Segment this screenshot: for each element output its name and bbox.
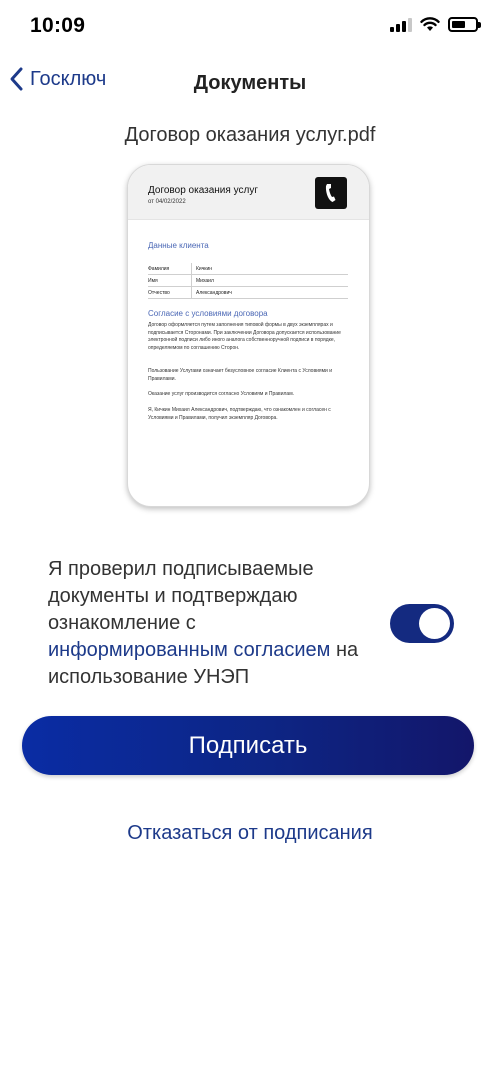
status-bar: 10:09 — [0, 0, 500, 54]
table-row: Отчество Александрович — [148, 287, 348, 299]
phone-logo-icon — [315, 177, 347, 209]
informed-consent-link[interactable]: информированным согласием — [48, 639, 330, 661]
signal-icon — [390, 17, 412, 32]
document-paragraph: Я, Кичкин Михаил Александрович, подтверж… — [148, 407, 331, 421]
wifi-icon — [420, 17, 440, 31]
consent-text: Я проверил подписываемые документы и под… — [48, 556, 378, 691]
table-key: Фамилия — [148, 263, 192, 274]
table-key: Имя — [148, 275, 192, 286]
document-preview-title: Договор оказания услуг — [148, 185, 258, 196]
table-value: Александрович — [196, 289, 232, 296]
sign-button[interactable]: Подписать — [22, 716, 474, 775]
table-row: Имя Михаил — [148, 275, 348, 287]
client-data-table: Фамилия Кичкин Имя Михаил Отчество Алекс… — [148, 263, 348, 299]
back-button[interactable]: Госключ — [8, 66, 106, 92]
toggle-knob — [419, 608, 450, 639]
back-label: Госключ — [30, 67, 107, 90]
document-preview[interactable]: Договор оказания услуг от 04/02/2022 Дан… — [127, 164, 370, 507]
document-header: Договор оказания услуг от 04/02/2022 — [128, 165, 369, 220]
consent-toggle[interactable] — [390, 604, 454, 643]
table-key: Отчество — [148, 287, 192, 298]
navigation-bar: Документы Госключ — [0, 60, 500, 106]
consent-text-start: Я проверил подписываемые документы и под… — [48, 558, 314, 634]
document-paragraph: Пользование Услугами означает безусловно… — [148, 368, 333, 382]
document-paragraph: Оказание услуг производится согласно Усл… — [148, 391, 295, 397]
document-paragraph: Договор оформляется путем заполнения тип… — [148, 322, 341, 351]
document-preview-date: от 04/02/2022 — [148, 199, 186, 205]
table-row: Фамилия Кичкин — [148, 263, 348, 275]
client-data-heading: Данные клиента — [148, 241, 209, 250]
document-file-name: Договор оказания услуг.pdf — [124, 124, 376, 146]
table-value: Кичкин — [196, 265, 213, 272]
battery-icon — [448, 17, 481, 32]
status-icons — [390, 17, 481, 32]
chevron-left-icon — [10, 67, 23, 91]
status-time: 10:09 — [30, 14, 86, 37]
decline-signing-button[interactable]: Отказаться от подписания — [0, 822, 500, 845]
table-value: Михаил — [196, 277, 214, 284]
terms-heading: Согласие с условиями договора — [148, 309, 268, 318]
